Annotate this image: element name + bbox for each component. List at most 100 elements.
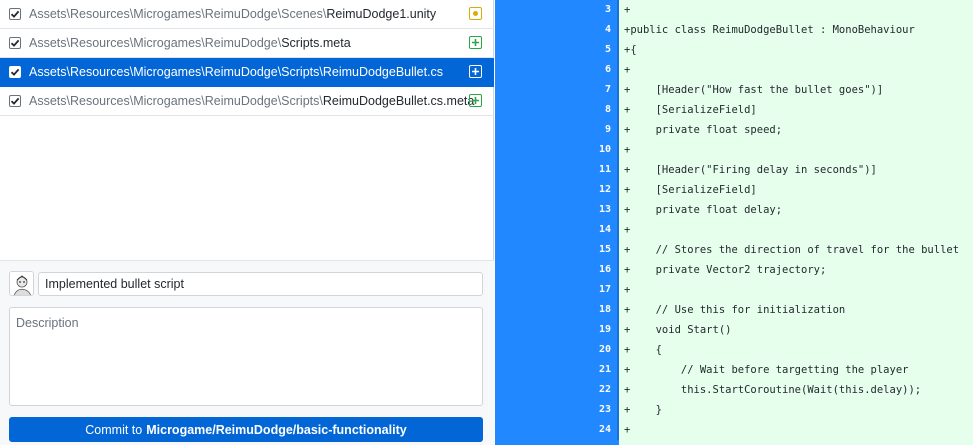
diff-line[interactable]: 6 + (495, 60, 973, 80)
code-text: + } (624, 404, 662, 416)
line-number: 21 (598, 364, 611, 375)
diff-line[interactable]: 9 + private float speed; (495, 120, 973, 140)
diff-line[interactable]: 3 + (495, 0, 973, 20)
line-number: 5 (604, 44, 611, 55)
line-number: 8 (604, 104, 611, 115)
include-file-checkbox[interactable] (9, 37, 21, 49)
file-path: Assets\Resources\Microgames\ReimuDodge\S… (29, 94, 474, 108)
avatar (9, 271, 34, 296)
line-number: 6 (604, 64, 611, 75)
changed-file-row[interactable]: Assets\Resources\Microgames\ReimuDodge\S… (0, 87, 494, 116)
file-path: Assets\Resources\Microgames\ReimuDodge\S… (29, 36, 351, 50)
gutter-marker (617, 240, 619, 260)
commit-description-field[interactable]: Description (9, 307, 483, 406)
gutter-marker (617, 220, 619, 240)
gutter-marker (617, 120, 619, 140)
changed-file-row[interactable]: Assets\Resources\Microgames\ReimuDodge\S… (0, 58, 494, 87)
file-directory: Assets\Resources\Microgames\ReimuDodge\S… (29, 7, 327, 21)
gutter-marker (617, 80, 619, 100)
line-number: 18 (598, 304, 611, 315)
file-directory: Assets\Resources\Microgames\ReimuDodge\S… (29, 65, 323, 79)
changed-files-list: Assets\Resources\Microgames\ReimuDodge\S… (0, 0, 494, 260)
diff-view: 3 +4 +public class ReimuDodgeBullet : Mono… (495, 0, 973, 445)
changes-panel: Assets\Resources\Microgames\ReimuDodge\S… (0, 0, 494, 445)
line-number: 4 (604, 24, 611, 35)
line-number: 9 (604, 124, 611, 135)
modified-status-icon (469, 7, 482, 20)
diff-line[interactable]: 23 + } (495, 400, 973, 420)
added-status-icon (469, 65, 482, 78)
file-name: Scripts.meta (281, 36, 351, 50)
gutter-marker (617, 320, 619, 340)
gutter-marker (617, 40, 619, 60)
diff-line[interactable]: 13 + private float delay; (495, 200, 973, 220)
diff-line[interactable]: 19 + void Start() (495, 320, 973, 340)
diff-line[interactable]: 11 + [Header("Firing delay in seconds")] (495, 160, 973, 180)
gutter-marker (617, 340, 619, 360)
file-name: ReimuDodgeBullet.cs.meta (322, 94, 475, 108)
gutter-marker (617, 60, 619, 80)
changed-file-row[interactable]: Assets\Resources\Microgames\ReimuDodge\S… (0, 0, 494, 29)
gutter-marker (617, 160, 619, 180)
code-text: + (624, 64, 631, 76)
line-number: 24 (598, 424, 611, 435)
added-status-icon (469, 94, 482, 107)
gutter-marker (617, 280, 619, 300)
code-text: + private Vector2 trajectory; (624, 264, 827, 276)
line-number: 15 (598, 244, 611, 255)
diff-line[interactable]: 24 + (495, 420, 973, 440)
commit-panel: Implemented bullet script Description Co… (0, 260, 494, 445)
changed-file-row[interactable]: Assets\Resources\Microgames\ReimuDodge\S… (0, 29, 494, 58)
code-text: + private float delay; (624, 204, 783, 216)
code-text: + [Header("Firing delay in seconds")] (624, 164, 877, 176)
include-file-checkbox[interactable] (9, 8, 21, 20)
code-text: +public class ReimuDodgeBullet : MonoBeh… (624, 24, 915, 36)
diff-line[interactable]: 21 + // Wait before targetting the player (495, 360, 973, 380)
include-file-checkbox[interactable] (9, 66, 21, 78)
line-number: 19 (598, 324, 611, 335)
gutter-marker (617, 260, 619, 280)
commit-branch-name: Microgame/ReimuDodge/basic-functionality (146, 422, 407, 437)
file-directory: Assets\Resources\Microgames\ReimuDodge\S… (29, 94, 323, 108)
line-number: 17 (598, 284, 611, 295)
code-text: + [SerializeField] (624, 104, 757, 116)
diff-line[interactable]: 12 + [SerializeField] (495, 180, 973, 200)
diff-line[interactable]: 20 + { (495, 340, 973, 360)
diff-line[interactable]: 10 + (495, 140, 973, 160)
code-text: + private float speed; (624, 124, 783, 136)
commit-button[interactable]: Commit to Microgame/ReimuDodge/basic-fun… (9, 417, 483, 442)
diff-line[interactable]: 14 + (495, 220, 973, 240)
code-text: + (624, 4, 631, 16)
gutter-marker (617, 20, 619, 40)
gutter-marker (617, 0, 619, 20)
gutter-marker (617, 200, 619, 220)
diff-line[interactable]: 5 +{ (495, 40, 973, 60)
code-text: + // Wait before targetting the player (624, 364, 909, 376)
line-number: 3 (604, 4, 611, 15)
diff-line[interactable]: 16 + private Vector2 trajectory; (495, 260, 973, 280)
diff-line[interactable]: 15 + // Stores the direction of travel fo… (495, 240, 973, 260)
line-number: 7 (604, 84, 611, 95)
file-name: ReimuDodge1.unity (326, 7, 437, 21)
diff-line[interactable]: 4 +public class ReimuDodgeBullet : MonoBe… (495, 20, 973, 40)
line-number: 23 (598, 404, 611, 415)
diff-line[interactable]: 8 + [SerializeField] (495, 100, 973, 120)
diff-line[interactable]: 17 + (495, 280, 973, 300)
code-text: + [SerializeField] (624, 184, 757, 196)
code-text: + void Start() (624, 324, 732, 336)
code-text: + // Use this for initialization (624, 304, 846, 316)
diff-line[interactable]: 18 + // Use this for initialization (495, 300, 973, 320)
line-number: 22 (598, 384, 611, 395)
diff-line[interactable]: 7 + [Header("How fast the bullet goes")] (495, 80, 973, 100)
code-text: + (624, 424, 631, 436)
line-number: 13 (598, 204, 611, 215)
diff-line[interactable]: 22 + this.StartCoroutine(Wait(this.delay)… (495, 380, 973, 400)
gutter-marker (617, 100, 619, 120)
line-number: 12 (598, 184, 611, 195)
include-file-checkbox[interactable] (9, 95, 21, 107)
file-path: Assets\Resources\Microgames\ReimuDodge\S… (29, 65, 443, 79)
commit-summary-input[interactable]: Implemented bullet script (38, 272, 483, 296)
file-path: Assets\Resources\Microgames\ReimuDodge\S… (29, 7, 436, 21)
file-directory: Assets\Resources\Microgames\ReimuDodge\ (29, 36, 282, 50)
gutter-marker (617, 400, 619, 420)
